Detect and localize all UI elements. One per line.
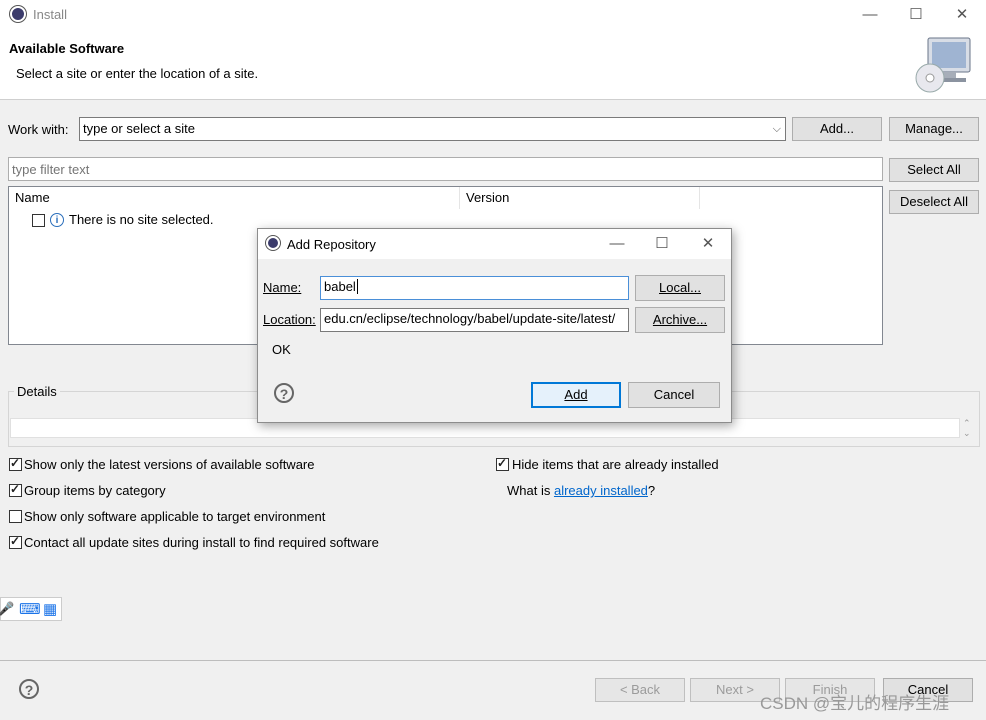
- grid-icon[interactable]: ▦: [43, 600, 57, 618]
- hide-installed-checkbox[interactable]: [496, 456, 509, 471]
- details-label: Details: [14, 384, 60, 399]
- group-by-category-checkbox[interactable]: [9, 482, 22, 497]
- minimize-icon[interactable]: —: [847, 0, 893, 30]
- show-latest-checkbox[interactable]: [9, 456, 22, 471]
- work-with-value: type or select a site: [83, 121, 195, 136]
- filter-input[interactable]: [8, 157, 883, 181]
- empty-message: There is no site selected.: [69, 212, 214, 227]
- info-icon: i: [50, 213, 64, 227]
- footer-separator: [0, 660, 986, 661]
- applicable-only-label: Show only software applicable to target …: [24, 509, 326, 524]
- eclipse-icon: [10, 6, 26, 22]
- page-title: Available Software: [9, 41, 125, 56]
- show-latest-label: Show only the latest versions of availab…: [24, 457, 315, 472]
- deselect-all-button[interactable]: Deselect All: [889, 190, 979, 214]
- back-button[interactable]: < Back: [595, 678, 685, 702]
- window-title: Install: [33, 7, 67, 22]
- repository-location-input[interactable]: edu.cn/eclipse/technology/babel/update-s…: [320, 308, 629, 332]
- keyboard-icon[interactable]: ⌨: [19, 600, 41, 618]
- help-icon[interactable]: ?: [274, 383, 294, 403]
- page-subtitle: Select a site or enter the location of a…: [16, 66, 259, 81]
- watermark-text: CSDN @宝儿的程序生涯: [760, 694, 950, 713]
- wizard-header: Available Software Select a site or ente…: [0, 30, 986, 100]
- name-label: Name:: [263, 280, 302, 295]
- dialog-title-bar: Add Repository — ☐ ✕: [258, 229, 731, 259]
- work-with-label: Work with:: [8, 122, 69, 137]
- ime-toolbar[interactable]: 🎤 ⌨ ▦: [0, 597, 62, 621]
- details-scroll-arrows[interactable]: ⌃ ⌄: [963, 418, 975, 438]
- hide-installed-label: Hide items that are already installed: [512, 457, 719, 472]
- add-button[interactable]: Add: [531, 382, 621, 408]
- group-by-category-label: Group items by category: [24, 483, 166, 498]
- select-all-button[interactable]: Select All: [889, 158, 979, 182]
- help-icon[interactable]: ?: [19, 679, 39, 699]
- dialog-title: Add Repository: [287, 237, 376, 252]
- microphone-icon[interactable]: 🎤: [0, 601, 14, 617]
- close-icon[interactable]: ✕: [686, 229, 730, 259]
- column-name[interactable]: Name: [9, 187, 460, 209]
- eclipse-icon: [266, 236, 280, 250]
- text-cursor: [356, 279, 358, 294]
- dialog-cancel-button[interactable]: Cancel: [628, 382, 720, 408]
- already-installed-link[interactable]: already installed: [554, 483, 648, 498]
- contact-all-checkbox[interactable]: [9, 534, 22, 549]
- applicable-only-checkbox[interactable]: [9, 510, 22, 523]
- what-is-text: What is already installed?: [507, 483, 656, 498]
- chevron-down-icon[interactable]: ⌵: [773, 118, 781, 140]
- archive-button[interactable]: Archive...: [635, 307, 725, 333]
- maximize-icon[interactable]: ☐: [640, 229, 684, 259]
- table-row-checkbox[interactable]: [32, 214, 45, 227]
- close-icon[interactable]: ✕: [939, 0, 985, 30]
- column-version[interactable]: Version: [460, 187, 700, 209]
- window-title-bar: Install — ☐ ✕: [0, 0, 986, 30]
- work-with-combo[interactable]: type or select a site ⌵: [79, 117, 786, 141]
- contact-all-label: Contact all update sites during install …: [24, 535, 379, 550]
- add-site-button[interactable]: Add...: [792, 117, 882, 141]
- manage-button[interactable]: Manage...: [889, 117, 979, 141]
- local-button[interactable]: Local...: [635, 275, 725, 301]
- minimize-icon[interactable]: —: [595, 229, 639, 259]
- maximize-icon[interactable]: ☐: [893, 0, 939, 30]
- repository-name-input[interactable]: babel: [320, 276, 629, 300]
- install-banner-icon: [915, 37, 971, 93]
- status-message: OK: [272, 342, 291, 357]
- add-repository-dialog[interactable]: Add Repository — ☐ ✕ Name: babel Local..…: [257, 228, 732, 423]
- location-label: Location:: [263, 312, 316, 327]
